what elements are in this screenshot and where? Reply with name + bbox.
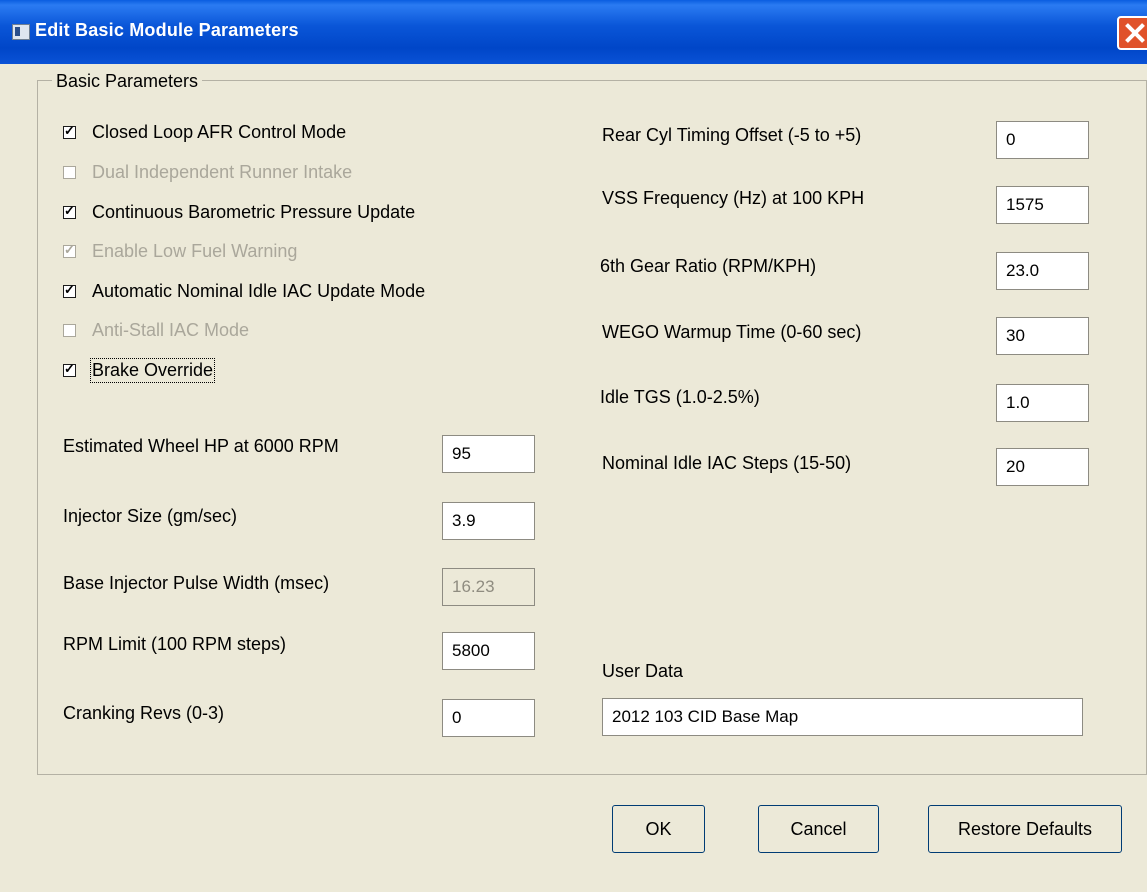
checkbox-box[interactable]: [63, 361, 76, 377]
checkbox-baro-update[interactable]: Continuous Barometric Pressure Update: [63, 200, 415, 224]
checkbox-box[interactable]: [63, 203, 76, 219]
cranking-revs-label: Cranking Revs (0-3): [63, 703, 225, 723]
wheel-hp-label: Estimated Wheel HP at 6000 RPM: [63, 436, 339, 456]
checkbox-label: Anti-Stall IAC Mode: [92, 319, 250, 340]
wego-warmup-input[interactable]: 30: [996, 317, 1089, 355]
injector-size-label: Injector Size (gm/sec): [63, 506, 238, 526]
checkbox-label: Brake Override: [89, 357, 216, 383]
checkbox-label: Enable Low Fuel Warning: [92, 240, 298, 261]
checkbox-label: Closed Loop AFR Control Mode: [92, 121, 347, 142]
vss-frequency-input[interactable]: 1575: [996, 186, 1089, 224]
checkbox-box: [63, 323, 76, 337]
base-pulse-width-label: Base Injector Pulse Width (msec): [63, 573, 330, 593]
checkbox-box[interactable]: [63, 282, 76, 298]
basic-parameters-group: [37, 80, 1147, 775]
user-data-input[interactable]: 2012 103 CID Base Map: [602, 698, 1083, 736]
checkbox-label: Dual Independent Runner Intake: [92, 161, 353, 182]
injector-size-input[interactable]: 3.9: [442, 502, 535, 540]
gear-ratio-label: 6th Gear Ratio (RPM/KPH): [600, 256, 817, 276]
idle-tgs-label: Idle TGS (1.0-2.5%): [600, 387, 760, 407]
checkbox-auto-idle-iac[interactable]: Automatic Nominal Idle IAC Update Mode: [63, 279, 425, 303]
rpm-limit-label: RPM Limit (100 RPM steps): [63, 634, 287, 654]
idle-iac-steps-input[interactable]: 20: [996, 448, 1089, 486]
window-title: Edit Basic Module Parameters: [35, 20, 299, 40]
title-bar[interactable]: Edit Basic Module Parameters: [0, 0, 1147, 64]
checkbox-anti-stall-iac: Anti-Stall IAC Mode: [63, 318, 249, 342]
ok-button[interactable]: OK: [612, 805, 705, 853]
checkbox-box[interactable]: [63, 123, 76, 139]
restore-defaults-button[interactable]: Restore Defaults: [928, 805, 1122, 853]
wego-warmup-label: WEGO Warmup Time (0-60 sec): [602, 322, 862, 342]
gear-ratio-input[interactable]: 23.0: [996, 252, 1089, 290]
group-label: Basic Parameters: [52, 71, 203, 92]
rear-cyl-offset-input[interactable]: 0: [996, 121, 1089, 159]
cancel-button[interactable]: Cancel: [758, 805, 879, 853]
checkbox-closed-loop-afr[interactable]: Closed Loop AFR Control Mode: [63, 120, 346, 144]
checkbox-label: Automatic Nominal Idle IAC Update Mode: [92, 280, 426, 301]
checkbox-low-fuel-warning: Enable Low Fuel Warning: [63, 239, 297, 263]
checkbox-label: Continuous Barometric Pressure Update: [92, 201, 416, 222]
checkbox-brake-override[interactable]: Brake Override: [63, 357, 216, 383]
checkbox-box: [63, 165, 76, 179]
idle-iac-steps-label: Nominal Idle IAC Steps (15-50): [602, 453, 852, 473]
checkbox-dual-runner-intake: Dual Independent Runner Intake: [63, 160, 352, 184]
close-button[interactable]: [1117, 16, 1147, 50]
dialog-window: Edit Basic Module Parameters Basic Param…: [0, 0, 1147, 892]
rear-cyl-offset-label: Rear Cyl Timing Offset (-5 to +5): [602, 125, 862, 145]
idle-tgs-input[interactable]: 1.0: [996, 384, 1089, 422]
app-icon: [12, 24, 30, 40]
user-data-label: User Data: [602, 661, 684, 681]
rpm-limit-input[interactable]: 5800: [442, 632, 535, 670]
checkbox-box: [63, 242, 76, 258]
vss-frequency-label: VSS Frequency (Hz) at 100 KPH: [602, 188, 865, 208]
cranking-revs-input[interactable]: 0: [442, 699, 535, 737]
wheel-hp-input[interactable]: 95: [442, 435, 535, 473]
base-pulse-width-input: 16.23: [442, 568, 535, 606]
